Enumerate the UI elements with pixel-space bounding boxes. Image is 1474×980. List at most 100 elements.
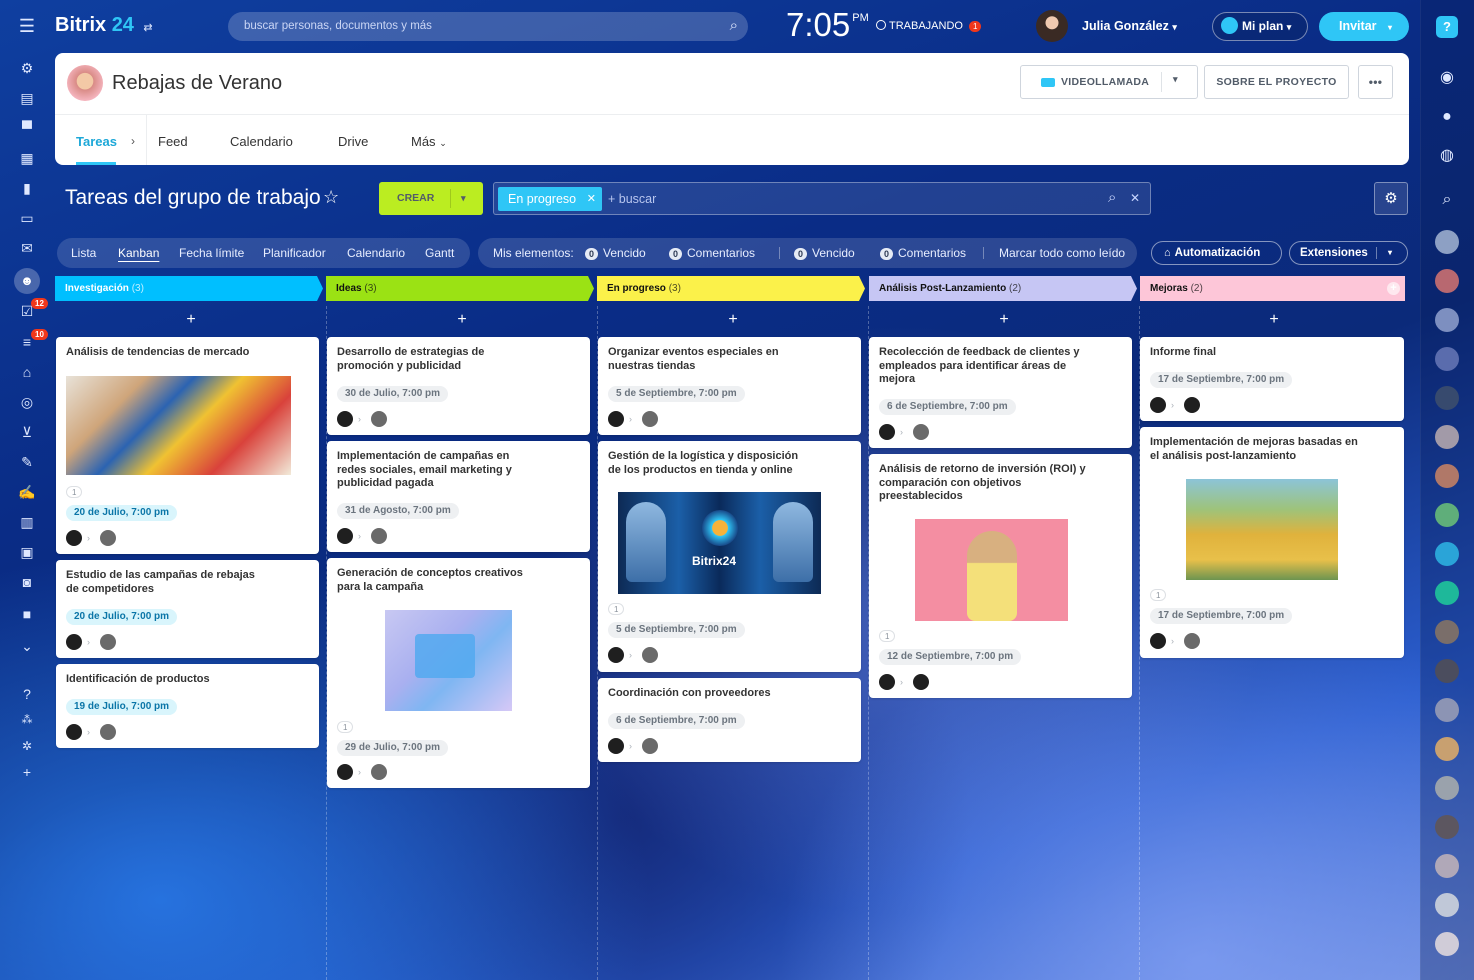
about-project-button[interactable]: SOBRE EL PROYECTO [1204, 65, 1349, 99]
sign-icon[interactable]: ✍ [17, 484, 37, 500]
extensions-button[interactable]: Extensiones ▾ [1289, 241, 1408, 265]
chevron-down-icon[interactable]: ▾ [461, 182, 466, 215]
work-status[interactable]: TRABAJANDO 1 [876, 20, 982, 32]
tab-drive[interactable]: Drive [338, 134, 368, 149]
contact-avatar[interactable] [1435, 776, 1459, 800]
search-icon[interactable]: ⌕ [1108, 189, 1116, 206]
view-gantt[interactable]: Gantt [425, 246, 454, 260]
messenger-icon[interactable]: ◍ [1437, 148, 1457, 164]
filter-tag[interactable]: En progreso ✕ [498, 187, 602, 211]
column-header[interactable]: Ideas (3) [326, 276, 594, 301]
creator-avatar[interactable] [608, 647, 624, 663]
contact-avatar[interactable] [1435, 425, 1459, 449]
task-card[interactable]: Implementación de campañas en redes soci… [327, 441, 590, 552]
creator-avatar[interactable] [337, 411, 353, 427]
task-card[interactable]: Análisis de tendencias de mercado 1 20 d… [56, 337, 319, 554]
contact-avatar[interactable] [1435, 620, 1459, 644]
contact-card-icon[interactable]: ▣ [17, 544, 37, 560]
more-button[interactable]: ••• [1358, 65, 1393, 99]
assignee-avatar[interactable] [642, 647, 658, 663]
task-deadline[interactable]: 19 de Julio, 7:00 pm [66, 699, 178, 715]
user-avatar[interactable] [1036, 10, 1068, 42]
automation-button[interactable]: ⌂ Automatización [1151, 241, 1282, 265]
contact-avatar[interactable] [1435, 737, 1459, 761]
groups-icon[interactable]: ☻ [14, 268, 40, 294]
task-card[interactable]: Identificación de productos 19 de Julio,… [56, 664, 319, 748]
counter-overdue[interactable]: 0 Vencido [585, 246, 646, 260]
creator-avatar[interactable] [66, 634, 82, 650]
contact-avatar[interactable] [1435, 542, 1459, 566]
contact-avatar[interactable] [1435, 659, 1459, 683]
contact-avatar[interactable] [1435, 464, 1459, 488]
column-header[interactable]: Investigación (3) [55, 276, 323, 301]
cart-icon[interactable]: ⊻ [17, 424, 37, 440]
column-header[interactable]: Mejoras (2) + [1140, 276, 1405, 301]
task-card[interactable]: Implementación de mejoras basadas en el … [1140, 427, 1404, 658]
assignee-avatar[interactable] [100, 530, 116, 546]
creator-avatar[interactable] [608, 411, 624, 427]
contact-avatar[interactable] [1435, 347, 1459, 371]
creator-avatar[interactable] [1150, 397, 1166, 413]
add-task-icon[interactable]: + [1264, 311, 1284, 329]
creator-avatar[interactable] [879, 674, 895, 690]
chat-icon[interactable]: ▀ [17, 120, 37, 136]
task-deadline[interactable]: 17 de Septiembre, 7:00 pm [1150, 372, 1293, 388]
task-deadline[interactable]: 5 de Septiembre, 7:00 pm [608, 622, 745, 638]
contact-avatar[interactable] [1435, 854, 1459, 878]
column-header[interactable]: Análisis Post-Lanzamiento (2) [869, 276, 1137, 301]
assignee-avatar[interactable] [913, 424, 929, 440]
task-deadline[interactable]: 6 de Septiembre, 7:00 pm [879, 399, 1016, 415]
contact-avatar[interactable] [1435, 230, 1459, 254]
search-bar[interactable]: buscar personas, documentos y más ⌕ [228, 12, 748, 41]
counter-overdue[interactable]: 0 Vencido [794, 246, 855, 260]
task-deadline[interactable]: 6 de Septiembre, 7:00 pm [608, 713, 745, 729]
mail-icon[interactable]: ✉ [17, 240, 37, 256]
close-icon[interactable]: ✕ [587, 187, 596, 211]
clock[interactable]: 7:05 PM [786, 6, 869, 44]
filter-search[interactable]: En progreso ✕ + buscar ⌕ ✕ [493, 182, 1151, 215]
gear-icon[interactable]: ✲ [17, 738, 37, 754]
add-task-icon[interactable]: + [452, 311, 472, 329]
tab-calendar[interactable]: Calendario [230, 134, 293, 149]
task-deadline[interactable]: 31 de Agosto, 7:00 pm [337, 503, 459, 519]
task-card[interactable]: Gestión de la logística y disposición de… [598, 441, 861, 672]
creator-avatar[interactable] [608, 738, 624, 754]
edit-icon[interactable]: ✎ [17, 454, 37, 470]
counter-comments[interactable]: 0 Comentarios [880, 246, 966, 260]
assignee-avatar[interactable] [371, 411, 387, 427]
assignee-avatar[interactable] [100, 634, 116, 650]
task-card[interactable]: Generación de conceptos creativos para l… [327, 558, 590, 788]
tab-more[interactable]: Más ⌄ [411, 134, 447, 149]
assignee-avatar[interactable] [1184, 633, 1200, 649]
task-card[interactable]: Desarrollo de estrategias de promoción y… [327, 337, 590, 435]
assignee-avatar[interactable] [642, 411, 658, 427]
search-icon[interactable]: ⌕ [1437, 192, 1457, 208]
documents-icon[interactable]: ▮ [17, 180, 37, 196]
drive-icon[interactable]: ▭ [17, 210, 37, 226]
task-deadline[interactable]: 20 de Julio, 7:00 pm [66, 505, 178, 521]
add-column-icon[interactable]: + [1387, 282, 1400, 295]
analytics-icon[interactable]: ▥ [17, 514, 37, 530]
clear-icon[interactable]: ✕ [1130, 191, 1140, 205]
create-button[interactable]: CREAR ▾ [379, 182, 483, 215]
creator-avatar[interactable] [337, 528, 353, 544]
column-header[interactable]: En progreso (3) [597, 276, 865, 301]
task-card[interactable]: Estudio de las campañas de rebajas de co… [56, 560, 319, 658]
plan-button[interactable]: Mi plan ▾ [1212, 12, 1308, 41]
tab-tasks[interactable]: Tareas [76, 134, 117, 149]
assignee-avatar[interactable] [642, 738, 658, 754]
chevron-down-icon[interactable]: ▾ [1173, 74, 1178, 85]
assignee-avatar[interactable] [1184, 397, 1200, 413]
star-icon[interactable]: ☆ [323, 187, 339, 208]
bank-icon[interactable]: ⌂ [17, 364, 37, 380]
contact-avatar[interactable] [1435, 308, 1459, 332]
task-deadline[interactable]: 17 de Septiembre, 7:00 pm [1150, 608, 1293, 624]
view-list[interactable]: Lista [71, 246, 96, 260]
contact-avatar[interactable] [1435, 893, 1459, 917]
contact-avatar[interactable] [1435, 386, 1459, 410]
contact-avatar[interactable] [1435, 269, 1459, 293]
assignee-avatar[interactable] [371, 528, 387, 544]
help-icon[interactable]: ? [1436, 16, 1458, 38]
view-planner[interactable]: Planificador [263, 246, 326, 260]
task-deadline[interactable]: 29 de Julio, 7:00 pm [337, 740, 449, 756]
